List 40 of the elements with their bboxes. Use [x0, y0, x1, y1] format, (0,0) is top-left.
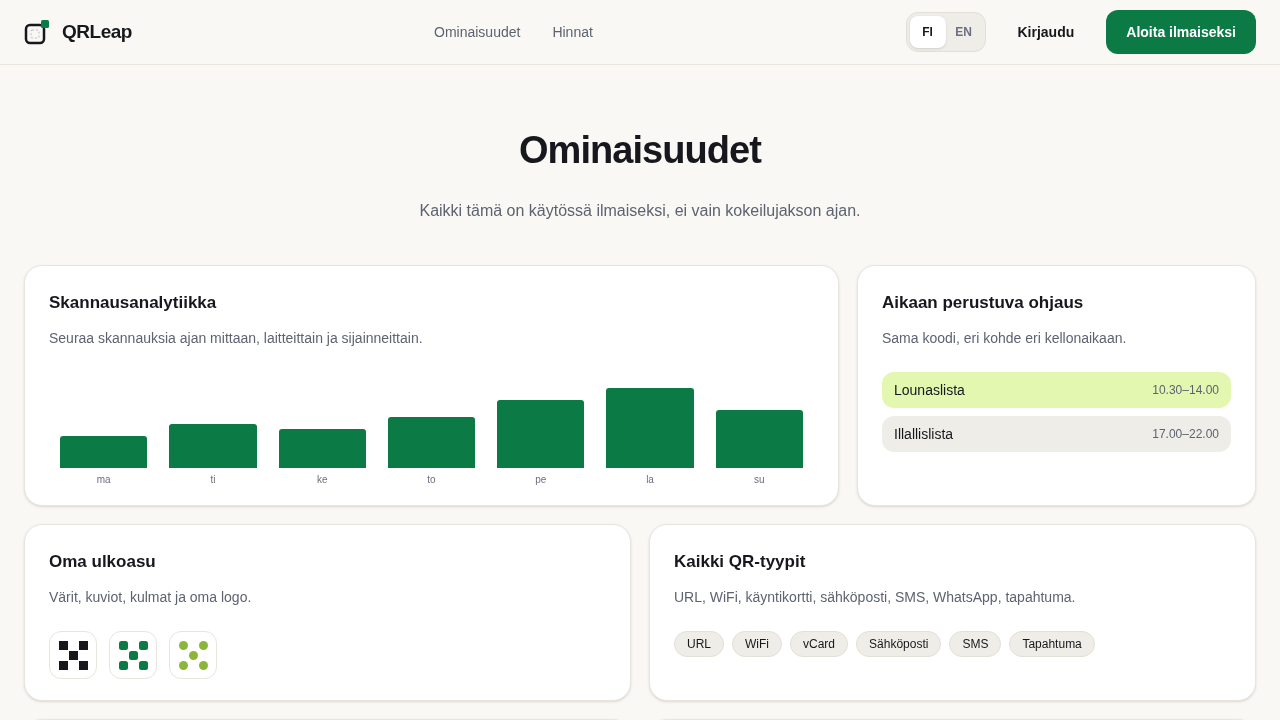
day-label: su	[754, 472, 765, 487]
day-label: to	[427, 472, 436, 487]
day-label: ke	[316, 472, 328, 487]
type-tag: vCard	[790, 630, 849, 657]
style-swatch[interactable]	[109, 630, 157, 679]
schedule-time: 10.30–14.00	[1152, 381, 1219, 398]
type-tag: WiFi	[732, 630, 782, 657]
card-description: URL, WiFi, käyntikortti, sähköposti, SMS, WhatsApp, tapahtuma.	[674, 587, 1077, 607]
nav-link[interactable]: Hinnat	[552, 22, 593, 42]
day-label: pe	[535, 472, 547, 487]
card-title: Kaikki QR-tyypit	[674, 551, 807, 573]
nav-link[interactable]: Ominaisuudet	[434, 22, 521, 42]
type-tag: Sähköposti	[856, 630, 942, 657]
page-subtitle: Kaikki tämä on käytössä ilmaiseksi, ei vain kokeilujakson ajan.	[418, 201, 862, 221]
day-label: la	[646, 472, 654, 487]
card-title: Skannausanalytiikka	[49, 292, 218, 314]
card-description: Seuraa skannauksia ajan mittaan, laitteittain ja sijainneittain.	[49, 328, 424, 348]
schedule-label: Illallislista	[894, 424, 954, 444]
page-title: Ominaisuudet	[518, 128, 763, 173]
type-tag: URL	[674, 630, 724, 657]
card-title: Oma ulkoasu	[49, 551, 157, 573]
logo-icon	[24, 19, 50, 45]
style-swatch[interactable]	[49, 630, 97, 679]
day-label: ti	[210, 472, 216, 487]
language-tab[interactable]: FI	[909, 16, 946, 48]
schedule-time: 17.00–22.00	[1152, 425, 1219, 442]
schedule-row[interactable]: Illallislista 17.00–22.00	[882, 415, 1231, 452]
schedule-row[interactable]: Lounaslista 10.30–14.00	[882, 371, 1231, 408]
schedule-label: Lounaslista	[894, 380, 965, 400]
card-description: Sama koodi, eri kohde eri kellonaikaan.	[882, 328, 1128, 348]
card-description: Värit, kuviot, kulmat ja oma logo.	[49, 587, 253, 607]
card-title: Aikaan perustuva ohjaus	[882, 292, 1085, 314]
brand-name: QRLeap	[62, 19, 132, 44]
style-swatch[interactable]	[169, 630, 217, 679]
login-link[interactable]: Kirjaudu	[1017, 22, 1075, 42]
type-tag: Tapahtuma	[1009, 630, 1095, 657]
day-label: ma	[96, 472, 111, 487]
language-tab[interactable]: EN	[945, 16, 982, 48]
signup-button[interactable]: Aloita ilmaiseksi	[1106, 10, 1256, 54]
type-tag: SMS	[949, 630, 1002, 657]
